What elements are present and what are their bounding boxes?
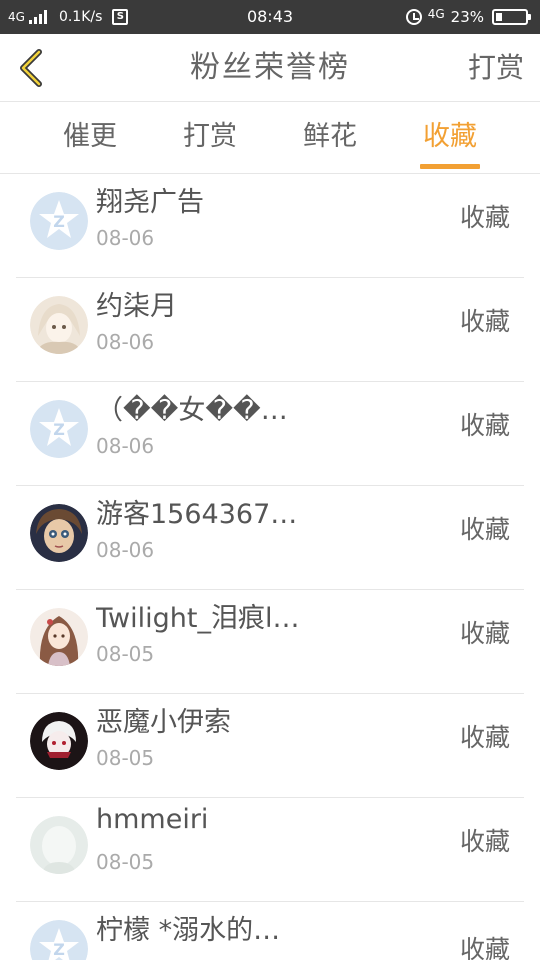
fan-name: hmmeiri: [96, 804, 209, 835]
fan-name: Twilight_泪痕l…: [96, 603, 300, 634]
avatar: [30, 504, 88, 562]
alarm-icon: [405, 9, 422, 25]
fan-action-label: 收藏: [459, 723, 510, 752]
network-type-right: 4G: [427, 7, 445, 21]
qq-default-avatar-icon: Z: [30, 920, 88, 960]
fan-action-label: 收藏: [459, 307, 510, 336]
avatar: [30, 608, 88, 666]
fan-name: 柠檬 *溺水的…: [96, 915, 281, 946]
avatar: Z: [30, 192, 88, 250]
avatar: Z: [30, 400, 88, 458]
tab-favorites[interactable]: 收藏: [390, 102, 510, 174]
list-item[interactable]: 约柒月 08-06 收藏: [16, 278, 524, 382]
list-item[interactable]: hmmeiri 08-05 收藏: [16, 798, 524, 902]
svg-text:Z: Z: [53, 940, 65, 959]
page-title: 粉丝荣誉榜: [190, 50, 350, 85]
fan-name: （��女��…: [96, 395, 288, 426]
list-item[interactable]: Twilight_泪痕l… 08-05 收藏: [16, 590, 524, 694]
tab-urge[interactable]: 催更: [30, 102, 150, 174]
fan-date: 08-05: [96, 850, 155, 874]
fan-action-label: 收藏: [459, 619, 510, 648]
tab-label: 催更: [63, 121, 117, 152]
fan-date: 08-06: [96, 538, 155, 562]
tab-flowers[interactable]: 鲜花: [270, 102, 390, 174]
anime-girl-avatar-icon: [30, 608, 88, 666]
avatar: [30, 816, 88, 874]
status-right: 4G 23%: [405, 0, 531, 34]
fan-action-label: 收藏: [459, 515, 510, 544]
qq-default-avatar-icon: Z: [30, 400, 88, 458]
fan-action-label: 收藏: [459, 203, 510, 232]
list-item[interactable]: 游客1564367… 08-06 收藏: [16, 486, 524, 590]
list-item[interactable]: Z （��女��… 08-06 收藏: [16, 382, 524, 486]
app-header: 粉丝荣誉榜 打赏: [0, 34, 540, 102]
fan-name: 翔尧广告: [96, 187, 204, 218]
tab-label: 打赏: [183, 121, 237, 152]
fan-action-label: 收藏: [459, 411, 510, 440]
fan-date: 08-06: [96, 434, 155, 458]
status-bar: 4G 0.1K/s S 08:43 4G 23%: [0, 0, 540, 34]
tab-label: 鲜花: [303, 121, 357, 152]
tab-bar: 催更 打赏 鲜花 收藏: [0, 102, 540, 174]
fan-date: 08-05: [96, 746, 155, 770]
fan-name: 游客1564367…: [96, 499, 298, 530]
qq-default-avatar-icon: Z: [30, 192, 88, 250]
dark-character-avatar-icon: [30, 712, 88, 770]
svg-text:Z: Z: [53, 420, 65, 439]
battery-icon: [492, 9, 531, 25]
avatar: Z: [30, 920, 88, 960]
avatar: [30, 712, 88, 770]
list-item[interactable]: Z 柠檬 *溺水的… 收藏: [16, 902, 524, 960]
list-item[interactable]: 恶魔小伊索 08-05 收藏: [16, 694, 524, 798]
blank-avatar-icon: [30, 816, 88, 874]
fan-date: 08-06: [96, 226, 155, 250]
fan-name: 恶魔小伊索: [96, 707, 231, 738]
fan-date: 08-06: [96, 330, 155, 354]
battery-percent: 23%: [450, 8, 484, 26]
tab-active-indicator: [420, 164, 480, 169]
battery-fill: [496, 13, 502, 21]
list-item[interactable]: Z 翔尧广告 08-06 收藏: [16, 174, 524, 278]
reward-button[interactable]: 打赏: [468, 34, 524, 102]
doll-avatar-icon: [30, 504, 88, 562]
tab-label: 收藏: [423, 121, 477, 152]
tab-reward[interactable]: 打赏: [150, 102, 270, 174]
fan-action-label: 收藏: [459, 935, 510, 960]
fan-date: 08-05: [96, 642, 155, 666]
fan-name: 约柒月: [96, 291, 177, 322]
fan-action-label: 收藏: [459, 827, 510, 856]
anime-girl-avatar-icon: [30, 296, 88, 354]
svg-text:Z: Z: [53, 212, 65, 231]
avatar: [30, 296, 88, 354]
